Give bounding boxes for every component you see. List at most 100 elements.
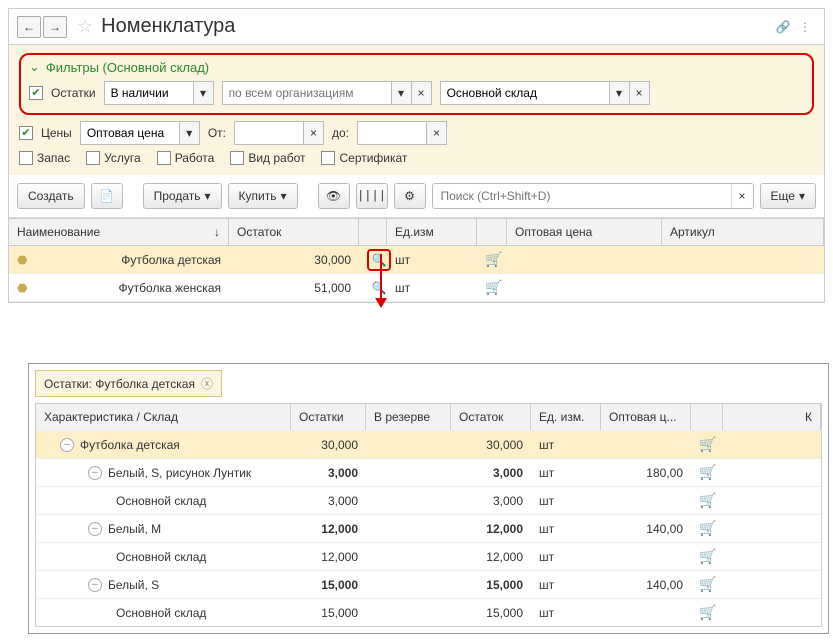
chevron-down-icon[interactable]: ⌄ [29, 59, 40, 75]
col-art[interactable]: Артикул [662, 219, 824, 245]
dcol-unit[interactable]: Ед. изм. [531, 404, 601, 430]
org-clear-icon[interactable]: × [412, 81, 432, 105]
cart-icon[interactable]: 🛒 [699, 548, 716, 564]
ostatki-select[interactable] [104, 81, 194, 105]
detail-ost: 3,000 [291, 488, 366, 514]
cart-icon[interactable]: 🛒 [485, 251, 502, 267]
more-button[interactable]: Еще ▾ [760, 183, 816, 209]
kebab-icon[interactable]: ⋮ [794, 16, 816, 38]
create-button[interactable]: Создать [17, 183, 85, 209]
filters-title: Фильтры (Основной склад) [46, 60, 209, 75]
nav-forward-button[interactable]: → [43, 16, 67, 38]
ostatki-dropdown-icon[interactable]: ▾ [194, 81, 214, 105]
expand-icon[interactable]: – [60, 438, 74, 452]
detail-tab-label: Остатки: Футболка детская [44, 377, 195, 391]
rabota-checkbox[interactable] [157, 151, 171, 165]
callout-arrow-icon [371, 254, 391, 308]
sell-button[interactable]: Продать ▾ [143, 183, 222, 209]
detail-name: Белый, S, рисунок Лунтик [108, 466, 251, 480]
cart-icon[interactable]: 🛒 [485, 279, 502, 295]
detail-price [601, 439, 691, 451]
page-title: Номенклатура [101, 15, 772, 38]
col-price[interactable]: Оптовая цена [507, 219, 662, 245]
cart-icon[interactable]: 🛒 [699, 520, 716, 536]
expand-icon[interactable]: – [88, 578, 102, 592]
cart-icon[interactable]: 🛒 [699, 604, 716, 620]
sert-label: Сертификат [339, 151, 407, 165]
create-copy-button[interactable]: 📄 [91, 183, 123, 209]
cart-icon[interactable]: 🛒 [699, 464, 716, 480]
org-select[interactable] [222, 81, 392, 105]
settings-button[interactable]: ⚙ [394, 183, 426, 209]
view-button[interactable]: 👁 [318, 183, 350, 209]
sklad-select[interactable] [440, 81, 610, 105]
detail-unit: шт [531, 460, 601, 486]
price-to-input[interactable] [357, 121, 427, 145]
cart-icon[interactable]: 🛒 [699, 492, 716, 508]
item-icon: ⬣ [17, 253, 27, 267]
nav-back-button[interactable]: ← [17, 16, 41, 38]
zapas-checkbox[interactable] [19, 151, 33, 165]
col-name[interactable]: Наименование [17, 225, 100, 239]
detail-row[interactable]: –Белый, S, рисунок Лунтик3,0003,000шт180… [36, 458, 821, 486]
tseny-select[interactable] [80, 121, 180, 145]
dcol-k[interactable]: К [723, 404, 821, 430]
chevron-down-icon: ▾ [204, 189, 210, 203]
expand-icon[interactable]: – [88, 522, 102, 536]
detail-ost: 12,000 [291, 516, 366, 542]
detail-name: Белый, S [108, 578, 159, 592]
tseny-checkbox[interactable] [19, 126, 33, 140]
do-label: до: [332, 126, 349, 140]
detail-close-icon[interactable]: ⓧ [201, 375, 213, 392]
buy-button[interactable]: Купить ▾ [228, 183, 298, 209]
detail-price [601, 607, 691, 619]
dcol-ost[interactable]: Остатки [291, 404, 366, 430]
detail-unit: шт [531, 600, 601, 626]
detail-row[interactable]: Основной склад3,0003,000шт🛒 [36, 486, 821, 514]
detail-row[interactable]: –Белый, M12,00012,000шт140,00🛒 [36, 514, 821, 542]
col-unit[interactable]: Ед.изм [387, 219, 477, 245]
detail-ost: 15,000 [291, 572, 366, 598]
search-clear-icon[interactable]: × [731, 184, 753, 208]
ostatki-label: Остатки [51, 86, 96, 100]
chevron-down-icon: ▾ [280, 189, 286, 203]
table-row[interactable]: ⬣Футболка детская30,000🔍шт🛒 [9, 246, 824, 274]
cart-icon[interactable]: 🛒 [699, 576, 716, 592]
detail-row[interactable]: –Футболка детская30,00030,000шт🛒 [36, 430, 821, 458]
expand-icon[interactable]: – [88, 466, 102, 480]
dcol-char[interactable]: Характеристика / Склад [36, 404, 291, 430]
link-icon[interactable]: 🔗 [772, 16, 794, 38]
table-row[interactable]: ⬣Футболка женская51,000🔍шт🛒 [9, 274, 824, 302]
search-input[interactable] [433, 189, 731, 203]
col-ostatok[interactable]: Остаток [229, 219, 359, 245]
item-ostatok: 30,000 [229, 247, 359, 273]
detail-ost: 12,000 [291, 544, 366, 570]
favorite-icon[interactable]: ☆ [77, 16, 93, 37]
price-from-clear-icon[interactable]: × [304, 121, 324, 145]
sklad-dropdown-icon[interactable]: ▾ [610, 81, 630, 105]
detail-row[interactable]: –Белый, S15,00015,000шт140,00🛒 [36, 570, 821, 598]
detail-ost: 30,000 [291, 432, 366, 458]
cart-icon[interactable]: 🛒 [699, 436, 716, 452]
barcode-button[interactable]: |||| [356, 183, 388, 209]
dcol-ost2[interactable]: Остаток [451, 404, 531, 430]
vidrabot-checkbox[interactable] [230, 151, 244, 165]
usluga-checkbox[interactable] [86, 151, 100, 165]
detail-ost2: 12,000 [451, 544, 531, 570]
chevron-down-icon: ▾ [799, 189, 805, 203]
sklad-clear-icon[interactable]: × [630, 81, 650, 105]
detail-row[interactable]: Основной склад15,00015,000шт🛒 [36, 598, 821, 626]
dcol-rez[interactable]: В резерве [366, 404, 451, 430]
item-icon: ⬣ [17, 281, 27, 295]
dcol-price[interactable]: Оптовая ц... [601, 404, 691, 430]
price-from-input[interactable] [234, 121, 304, 145]
detail-rez [366, 579, 451, 591]
detail-row[interactable]: Основной склад12,00012,000шт🛒 [36, 542, 821, 570]
tseny-dropdown-icon[interactable]: ▾ [180, 121, 200, 145]
sert-checkbox[interactable] [321, 151, 335, 165]
ostatki-checkbox[interactable] [29, 86, 43, 100]
price-to-clear-icon[interactable]: × [427, 121, 447, 145]
detail-price: 180,00 [601, 460, 691, 486]
detail-price [601, 551, 691, 563]
org-dropdown-icon[interactable]: ▾ [392, 81, 412, 105]
